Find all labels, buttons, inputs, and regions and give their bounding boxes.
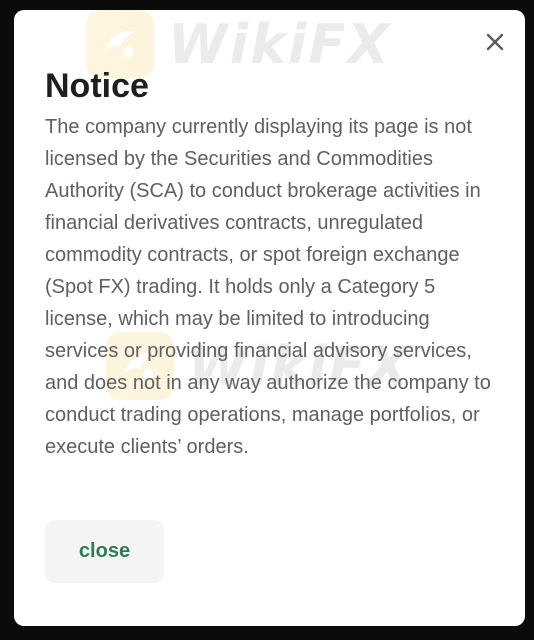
- modal-backdrop: WikiFX WikiFX Notice The company current…: [0, 0, 534, 640]
- watermark-text: WikiFX: [168, 12, 392, 76]
- close-button[interactable]: close: [45, 520, 164, 583]
- notice-dialog: WikiFX WikiFX Notice The company current…: [14, 10, 525, 626]
- dialog-title: Notice: [45, 67, 149, 105]
- close-icon[interactable]: [483, 30, 507, 54]
- notice-message: The company currently displaying its pag…: [45, 116, 491, 458]
